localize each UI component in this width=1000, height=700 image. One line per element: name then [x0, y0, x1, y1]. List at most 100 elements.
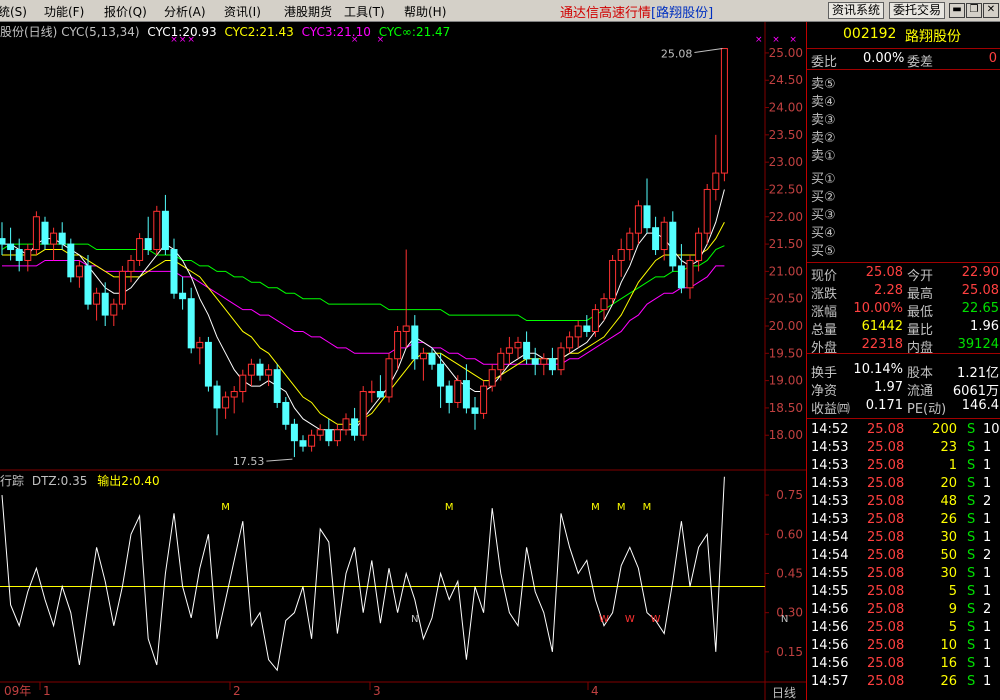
- candle-body: [50, 232, 58, 245]
- close-icon[interactable]: ✕: [983, 3, 999, 18]
- tick-row: 14:56 25.08 16 S 1: [807, 656, 1000, 674]
- buy-level-label: 买③: [811, 208, 836, 223]
- w-marker: W: [599, 614, 609, 625]
- fund-value: 1.97: [874, 380, 903, 395]
- tick-count: 2: [983, 548, 992, 563]
- candle-body: [222, 396, 230, 409]
- tick-count: 1: [983, 566, 992, 581]
- period-label[interactable]: 日线: [772, 684, 796, 700]
- sell-level-label: 卖③: [811, 113, 836, 128]
- tick-volume: 200: [932, 422, 957, 437]
- menu-system[interactable]: 统(S): [0, 3, 27, 20]
- quote-stat-row: 涨幅 10.00% 最低 22.65: [807, 301, 1000, 320]
- tick-side: S: [967, 638, 976, 653]
- tick-side: S: [967, 620, 976, 635]
- tick-price: 25.08: [867, 584, 905, 599]
- tick-row: 14:52 25.08 200 S 10: [807, 422, 1000, 440]
- candle-body: [58, 232, 66, 245]
- app-name: 通达信高速行情: [560, 6, 652, 21]
- fund-value: 146.4: [961, 398, 999, 413]
- candle-body: [299, 440, 307, 447]
- tick-count: 1: [983, 512, 992, 527]
- n-marker: N: [411, 614, 418, 625]
- menu-help[interactable]: 帮助(H): [404, 3, 446, 20]
- stat-label: 涨幅: [811, 305, 838, 320]
- candle-body: [32, 216, 40, 251]
- buy-level-label: 买②: [811, 190, 836, 205]
- y-tick-label: 19.50: [769, 346, 803, 360]
- fund-value: 6061万: [952, 384, 999, 399]
- tick-count: 2: [983, 602, 992, 617]
- candle-body: [514, 341, 522, 349]
- candle-body: [686, 259, 694, 289]
- candle-body: [445, 385, 453, 403]
- menu-quote[interactable]: 报价(Q): [104, 3, 147, 20]
- info-system-button[interactable]: 资讯系统: [828, 2, 885, 19]
- trade-button[interactable]: 委托交易: [889, 2, 946, 19]
- app-stock-name: [路翔股份]: [651, 6, 714, 21]
- candle-body: [179, 292, 187, 300]
- candle-body: [488, 369, 496, 387]
- y-tick-label: 23.50: [769, 128, 803, 142]
- app-title: 通达信高速行情[路翔股份]: [560, 2, 713, 21]
- menu-function[interactable]: 功能(F): [44, 3, 84, 20]
- menu-hk-futures[interactable]: 港股期货: [284, 3, 332, 20]
- divider: [807, 418, 1000, 419]
- dtz-legend: DTZ:0.35: [31, 474, 88, 488]
- buy-level-label: 买⑤: [811, 244, 836, 259]
- candle-body: [566, 336, 574, 349]
- stat-label: 量比: [907, 323, 934, 338]
- menu-tools[interactable]: 工具(T): [344, 3, 385, 20]
- tick-price: 25.08: [867, 656, 905, 671]
- chart-legend: 股份(日线) CYC(5,13,34) CYC1:20.93 CYC2:21.4…: [0, 23, 450, 40]
- restore-icon[interactable]: ❐: [966, 3, 982, 18]
- low-label: 17.53: [233, 455, 265, 468]
- tick-price: 25.08: [867, 638, 905, 653]
- tick-row: 14:53 25.08 1 S 1: [807, 458, 1000, 476]
- axes: 25.00 24.50 24.00 23.50 23.00 22.50 22.00 21.50…: [4, 46, 803, 698]
- tick-price: 25.08: [867, 548, 905, 563]
- sub-y-tick-label: 0.45: [776, 566, 803, 580]
- fundamental-row: 收益㈣ 0.171 PE(动) 146.4: [807, 398, 1000, 417]
- y-tick-label: 18.00: [769, 428, 803, 442]
- tick-row: 14:53 25.08 48 S 2: [807, 494, 1000, 512]
- tick-row: 14:54 25.08 30 S 1: [807, 530, 1000, 548]
- tick-count: 1: [983, 656, 992, 671]
- candle-body: [634, 205, 642, 234]
- minimize-icon[interactable]: ▬: [949, 3, 965, 18]
- candle-body: [101, 292, 109, 316]
- candle-body: [75, 265, 83, 278]
- tick-volume: 26: [940, 512, 957, 527]
- tick-volume: 26: [940, 674, 957, 689]
- sub-y-tick-label: 0.15: [776, 645, 803, 659]
- tick-side: S: [967, 422, 976, 437]
- tick-count: 1: [983, 620, 992, 635]
- candle-body: [703, 188, 711, 234]
- sell-level-row: 卖⑤: [807, 73, 1000, 92]
- tick-volume: 1: [948, 458, 957, 473]
- menu-info[interactable]: 资讯(I): [224, 3, 261, 20]
- x-tick-label: 1: [43, 684, 51, 698]
- n-marker: N: [781, 614, 788, 625]
- stat-label: 总量: [811, 323, 838, 338]
- candle-body: [720, 48, 728, 174]
- sub-title: 行踪: [0, 474, 25, 488]
- tick-price: 25.08: [867, 602, 905, 617]
- menu-analysis[interactable]: 分析(A): [164, 3, 206, 20]
- stat-value: 10.00%: [853, 301, 903, 316]
- kline-chart[interactable]: 25.00 24.50 24.00 23.50 23.00 22.50 22.00 21.50…: [0, 22, 806, 700]
- candle-body: [196, 341, 204, 349]
- candle-body: [368, 391, 376, 394]
- tick-side: S: [967, 602, 976, 617]
- w-marker: W: [651, 614, 661, 625]
- out2-legend: 输出2:0.40: [97, 474, 160, 488]
- candle-body: [351, 418, 359, 436]
- tick-side: S: [967, 656, 976, 671]
- tick-count: 1: [983, 458, 992, 473]
- markers: MMMMMMNNWWWW××××××××25.0817.53: [170, 35, 797, 625]
- candle-body: [15, 249, 23, 261]
- stat-value: 2.28: [874, 283, 903, 298]
- weicha-value: 0: [988, 51, 997, 66]
- tick-price: 25.08: [867, 512, 905, 527]
- tick-time: 14:57: [811, 674, 849, 689]
